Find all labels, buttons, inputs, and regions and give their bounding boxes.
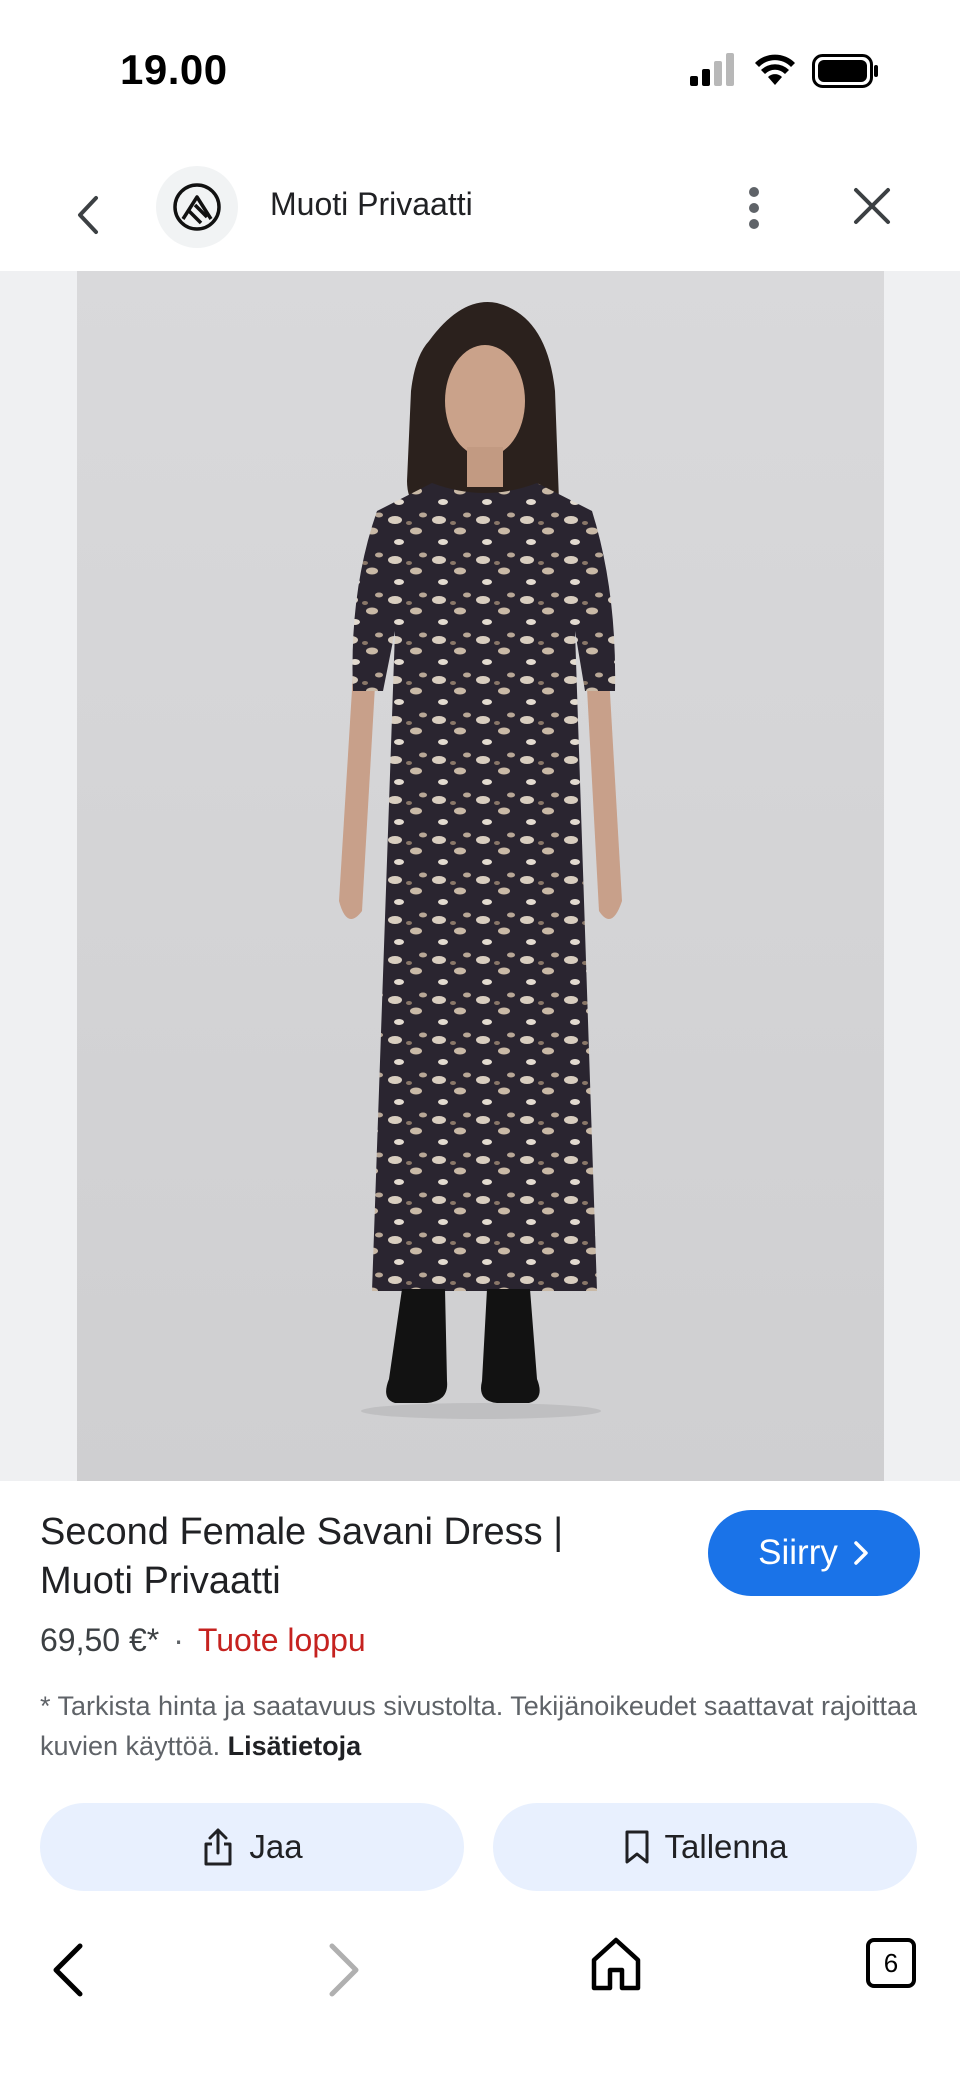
site-logo[interactable] [156, 166, 238, 248]
product-image[interactable] [77, 271, 884, 1481]
wifi-icon [755, 54, 795, 85]
site-name: Muoti Privaatti [270, 186, 473, 222]
share-button[interactable]: Jaa [40, 1803, 464, 1891]
home-icon[interactable] [590, 1936, 642, 1992]
product-title[interactable]: Second Female Savani Dress | Muoti Priva… [40, 1508, 640, 1606]
signal-icon [690, 53, 734, 86]
disclaimer: * Tarkista hinta ja saatavuus sivustolta… [40, 1686, 920, 1766]
more-info-link[interactable]: Lisätietoja [228, 1731, 362, 1761]
site-logo-icon [173, 183, 221, 231]
price: 69,50 €* [40, 1622, 160, 1658]
battery-icon [812, 54, 878, 88]
share-icon [204, 1828, 232, 1866]
separator-dot: · [173, 1622, 184, 1658]
nav-forward-icon[interactable] [322, 1940, 366, 2000]
image-viewer[interactable] [0, 271, 960, 1481]
close-icon[interactable] [852, 186, 892, 226]
visit-button[interactable]: Siirry [708, 1510, 920, 1596]
availability-status: Tuote loppu [197, 1622, 366, 1658]
visit-button-label: Siirry [758, 1533, 838, 1572]
status-time: 19.00 [120, 46, 228, 93]
bottom-navigation: 6 [0, 1896, 960, 2081]
save-label: Tallenna [664, 1828, 788, 1865]
save-button[interactable]: Tallenna [493, 1803, 917, 1891]
more-vert-icon[interactable] [738, 184, 770, 232]
disclaimer-text: * Tarkista hinta ja saatavuus sivustolta… [40, 1691, 918, 1761]
share-label: Jaa [249, 1828, 303, 1865]
model-in-dress-illustration [77, 271, 884, 1481]
back-arrow-icon[interactable] [68, 190, 108, 240]
nav-back-icon[interactable] [46, 1940, 90, 2000]
tabs-button[interactable]: 6 [866, 1938, 916, 1988]
chevron-right-icon [854, 1541, 868, 1565]
status-bar: 19.00 [0, 0, 960, 140]
price-row: 69,50 €* · Tuote loppu [40, 1622, 366, 1659]
bookmark-icon [625, 1830, 649, 1864]
tab-count: 6 [883, 1947, 899, 1978]
